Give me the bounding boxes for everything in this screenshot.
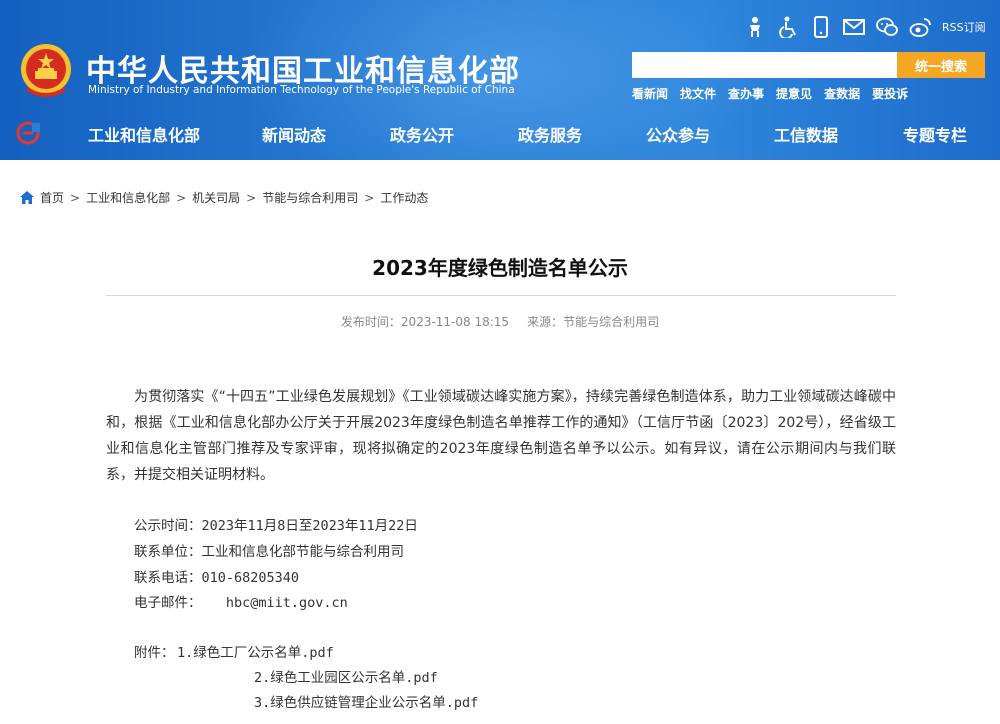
site-title-en: Ministry of Industry and Information Tec… bbox=[88, 84, 515, 96]
attachments-label: 附件： bbox=[134, 645, 175, 661]
home-icon[interactable] bbox=[20, 191, 34, 204]
attachment-link-parks[interactable]: 2.绿色工业园区公示名单.pdf bbox=[254, 666, 438, 686]
attachment-link-supply-chain[interactable]: 3.绿色供应链管理企业公示名单.pdf bbox=[254, 691, 478, 711]
quick-link-files[interactable]: 找文件 bbox=[680, 85, 716, 102]
nav-item-ministry[interactable]: 工业和信息化部 bbox=[88, 122, 200, 146]
article-paragraph: 为贯彻落实《“十四五”工业绿色发展规划》《工业领域碳达峰实施方案》，持续完善绿色… bbox=[106, 389, 896, 483]
rss-link[interactable]: RSS订阅 bbox=[942, 19, 986, 35]
nav-item-public-affairs[interactable]: 政务公开 bbox=[390, 122, 454, 146]
quick-link-feedback[interactable]: 提意见 bbox=[776, 85, 812, 102]
quick-link-services[interactable]: 查办事 bbox=[728, 85, 764, 102]
weibo-icon[interactable] bbox=[909, 16, 931, 38]
accessibility-icon[interactable] bbox=[777, 16, 799, 38]
breadcrumb-work-news[interactable]: 工作动态 bbox=[380, 189, 428, 206]
nav-item-topics[interactable]: 专题专栏 bbox=[903, 122, 967, 146]
rss-label: RSS订阅 bbox=[942, 21, 986, 34]
nav-item-data[interactable]: 工信数据 bbox=[774, 122, 838, 146]
breadcrumb-separator: > bbox=[246, 190, 257, 205]
attachment-link-factories[interactable]: 1.绿色工厂公示名单.pdf bbox=[177, 641, 334, 661]
nav-item-services[interactable]: 政务服务 bbox=[518, 122, 582, 146]
quick-link-complaint[interactable]: 要投诉 bbox=[872, 85, 908, 102]
article-meta: 发布时间：2023-11-08 18:15 来源：节能与综合利用司 bbox=[0, 313, 1000, 330]
mobile-icon[interactable] bbox=[810, 16, 832, 38]
breadcrumb-home[interactable]: 首页 bbox=[40, 189, 64, 206]
article-source: 来源：节能与综合利用司 bbox=[527, 315, 660, 329]
wechat-icon[interactable] bbox=[876, 16, 898, 38]
site-header: 中华人民共和国工业和信息化部 Ministry of Industry and … bbox=[0, 0, 1000, 160]
breadcrumb-separator: > bbox=[176, 190, 187, 205]
breadcrumb: 首页 > 工业和信息化部 > 机关司局 > 节能与综合利用司 > 工作动态 bbox=[20, 189, 428, 206]
header-tools: RSS订阅 bbox=[744, 14, 986, 40]
quick-link-data[interactable]: 查数据 bbox=[824, 85, 860, 102]
breadcrumb-separator: > bbox=[364, 190, 375, 205]
nav-item-participation[interactable]: 公众参与 bbox=[646, 122, 710, 146]
title-divider bbox=[106, 295, 896, 296]
quick-links: 看新闻 找文件 查办事 提意见 查数据 要投诉 bbox=[632, 85, 920, 102]
main-nav: 工业和信息化部 新闻动态 政务公开 政务服务 公众参与 工信数据 专题专栏 bbox=[0, 116, 1000, 150]
national-emblem-icon[interactable] bbox=[18, 42, 74, 100]
quick-link-news[interactable]: 看新闻 bbox=[632, 85, 668, 102]
search-button[interactable]: 统一搜索 bbox=[897, 52, 985, 78]
breadcrumb-department[interactable]: 节能与综合利用司 bbox=[262, 189, 358, 206]
breadcrumb-separator: > bbox=[70, 190, 81, 205]
mail-icon[interactable] bbox=[843, 16, 865, 38]
contact-unit: 联系单位：工业和信息化部节能与综合利用司 bbox=[134, 544, 404, 560]
miit-logo-icon[interactable] bbox=[16, 121, 40, 145]
search-input[interactable] bbox=[632, 52, 898, 78]
contact-phone: 联系电话：010-68205340 bbox=[134, 570, 300, 586]
contact-email: 电子邮件： hbc@miit.gov.cn bbox=[134, 595, 348, 611]
breadcrumb-departments[interactable]: 机关司局 bbox=[192, 189, 240, 206]
publish-time: 发布时间：2023-11-08 18:15 bbox=[340, 315, 510, 329]
notice-period: 公示时间：2023年11月8日至2023年11月22日 bbox=[134, 518, 418, 534]
nav-item-news[interactable]: 新闻动态 bbox=[262, 122, 326, 146]
elder-care-icon[interactable] bbox=[744, 16, 766, 38]
article-title: 2023年度绿色制造名单公示 bbox=[372, 256, 628, 280]
breadcrumb-ministry[interactable]: 工业和信息化部 bbox=[86, 189, 170, 206]
